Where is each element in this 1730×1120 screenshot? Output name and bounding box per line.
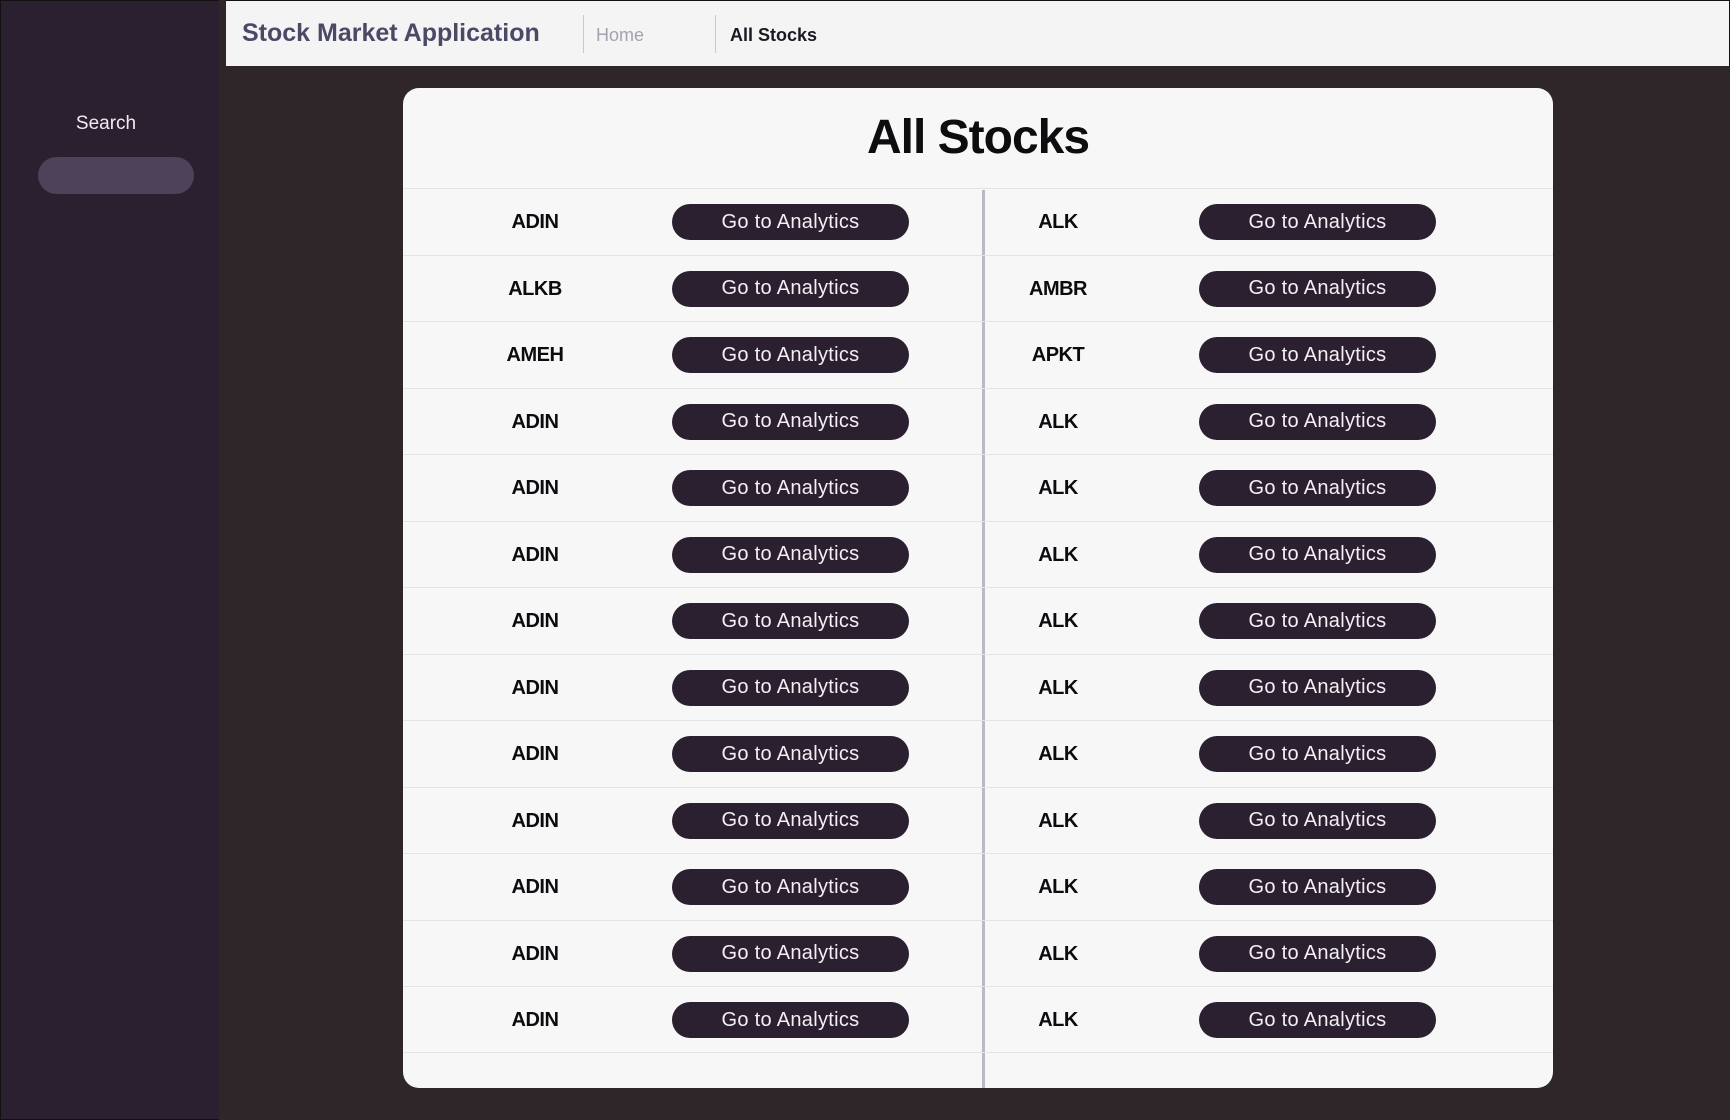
go-to-analytics-button[interactable]: Go to Analytics: [672, 869, 909, 905]
go-to-analytics-button[interactable]: Go to Analytics: [672, 403, 909, 440]
go-to-analytics-button[interactable]: Go to Analytics: [672, 802, 909, 839]
nav-link-home[interactable]: Home: [596, 25, 644, 46]
go-to-analytics-button[interactable]: Go to Analytics: [1199, 536, 1436, 573]
go-to-analytics-button[interactable]: Go to Analytics: [1199, 669, 1436, 706]
stock-symbol: ALK: [1038, 543, 1078, 566]
table-row: ADIN Go to Analytics ALK Go to Analytics: [403, 387, 1553, 455]
search-label: Search: [75, 113, 137, 134]
go-to-analytics-button[interactable]: Go to Analytics: [672, 270, 909, 307]
go-to-analytics-button[interactable]: Go to Analytics: [1199, 337, 1436, 373]
page-title: All Stocks: [866, 111, 1090, 164]
go-to-analytics-button[interactable]: Go to Analytics: [672, 1002, 909, 1038]
stock-symbol: ADIN: [511, 477, 559, 499]
table-row: AMEH Go to Analytics APKT Go to Analytics: [403, 321, 1553, 388]
stock-symbol: ADIN: [511, 1009, 559, 1031]
stock-symbol: ALK: [1038, 410, 1078, 433]
go-to-analytics-button[interactable]: Go to Analytics: [672, 603, 909, 639]
go-to-analytics-button[interactable]: Go to Analytics: [1199, 1002, 1436, 1038]
table-row: ADIN Go to Analytics ALK Go to Analytics: [403, 919, 1553, 987]
stock-symbol: ADIN: [511, 211, 559, 233]
nav-separator: [715, 15, 716, 53]
table-row: ADIN Go to Analytics ALK Go to Analytics: [403, 720, 1553, 787]
stock-symbol: ALK: [1038, 876, 1078, 898]
stock-symbol: ALK: [1038, 743, 1078, 765]
stock-symbol: ALK: [1038, 942, 1078, 965]
stock-symbol: ADIN: [511, 543, 559, 566]
stock-symbol: AMBR: [1029, 277, 1088, 300]
go-to-analytics-button[interactable]: Go to Analytics: [1199, 869, 1436, 905]
stock-symbol: ALK: [1038, 676, 1078, 699]
stocks-card: All Stocks ADIN Go to Analytics ALK Go to A…: [403, 88, 1553, 1088]
go-to-analytics-button[interactable]: Go to Analytics: [672, 935, 909, 972]
top-navbar: Stock Market Application Home All Stocks: [226, 0, 1730, 66]
table-row: ADIN Go to Analytics ALK Go to Analytics: [403, 520, 1553, 588]
table-row: ADIN Go to Analytics ALK Go to Analytics: [403, 653, 1553, 721]
go-to-analytics-button[interactable]: Go to Analytics: [672, 337, 909, 373]
stock-symbol: ADIN: [511, 942, 559, 965]
stock-symbol: ADIN: [511, 743, 559, 765]
stock-symbol: ADIN: [511, 876, 559, 898]
app-title[interactable]: Stock Market Application: [242, 19, 540, 48]
stock-symbol: ADIN: [511, 410, 559, 433]
go-to-analytics-button[interactable]: Go to Analytics: [672, 536, 909, 573]
table-row: ADIN Go to Analytics ALK Go to Analytics: [403, 786, 1553, 854]
table-row: ADIN Go to Analytics ALK Go to Analytics: [403, 853, 1553, 920]
stock-symbol: ALK: [1038, 610, 1078, 632]
go-to-analytics-button[interactable]: Go to Analytics: [1199, 470, 1436, 506]
go-to-analytics-button[interactable]: Go to Analytics: [1199, 270, 1436, 307]
stock-symbol: APKT: [1031, 344, 1085, 366]
table-row: ALKB Go to Analytics AMBR Go to Analytics: [403, 254, 1553, 322]
go-to-analytics-button[interactable]: Go to Analytics: [1199, 802, 1436, 839]
sidebar: Search: [0, 0, 219, 1120]
table-row: ADIN Go to Analytics ALK Go to Analytics: [403, 188, 1553, 255]
go-to-analytics-button[interactable]: Go to Analytics: [1199, 204, 1436, 240]
stocks-table: ADIN Go to Analytics ALK Go to Analytics ALK…: [403, 188, 1553, 1053]
go-to-analytics-button[interactable]: Go to Analytics: [672, 736, 909, 772]
nav-separator: [583, 15, 584, 53]
table-row: ADIN Go to Analytics ALK Go to Analytics: [403, 454, 1553, 521]
stock-symbol: ALKB: [508, 277, 562, 300]
go-to-analytics-button[interactable]: Go to Analytics: [672, 204, 909, 240]
go-to-analytics-button[interactable]: Go to Analytics: [1199, 403, 1436, 440]
stock-symbol: ALK: [1038, 477, 1078, 499]
stock-symbol: ADIN: [511, 610, 559, 632]
go-to-analytics-button[interactable]: Go to Analytics: [672, 470, 909, 506]
stock-symbol: ADIN: [511, 676, 559, 699]
stock-symbol: ALK: [1038, 211, 1078, 233]
table-row: ADIN Go to Analytics ALK Go to Analytics: [403, 986, 1553, 1053]
table-row: ADIN Go to Analytics ALK Go to Analytics: [403, 587, 1553, 654]
go-to-analytics-button[interactable]: Go to Analytics: [672, 669, 909, 706]
go-to-analytics-button[interactable]: Go to Analytics: [1199, 736, 1436, 772]
stock-symbol: AMEH: [506, 344, 564, 366]
stock-symbol: ALK: [1038, 1009, 1078, 1031]
go-to-analytics-button[interactable]: Go to Analytics: [1199, 603, 1436, 639]
stock-symbol: ALK: [1038, 809, 1078, 832]
search-input[interactable]: [38, 157, 194, 194]
stock-symbol: ADIN: [511, 809, 559, 832]
nav-link-all-stocks[interactable]: All Stocks: [730, 25, 817, 46]
go-to-analytics-button[interactable]: Go to Analytics: [1199, 935, 1436, 972]
